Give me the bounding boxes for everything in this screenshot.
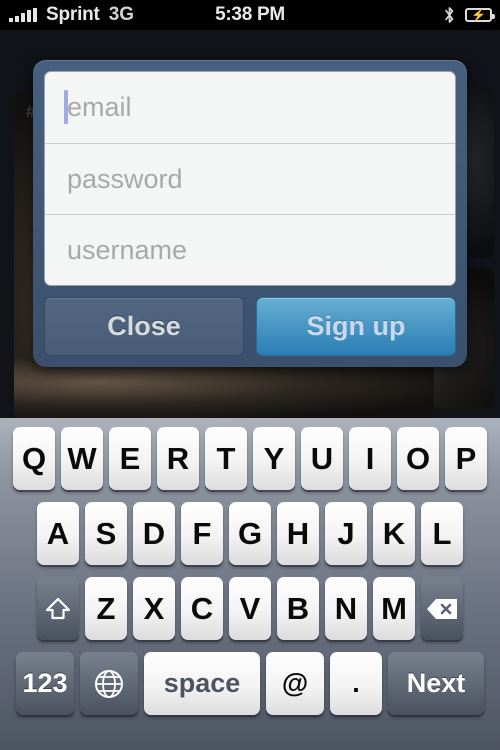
battery-charging-icon: ⚡ — [465, 8, 495, 22]
shift-arrow-icon — [45, 597, 71, 619]
shift-key[interactable] — [37, 577, 79, 640]
background-photo-card — [14, 358, 434, 418]
keyboard-row-1: QWERTYUIOP — [0, 427, 500, 490]
keyboard-row-4: 123 space @ . Next — [0, 652, 500, 715]
key-t[interactable]: T — [205, 427, 247, 490]
username-field-placeholder: username — [67, 234, 188, 265]
key-v[interactable]: V — [229, 577, 271, 640]
space-key[interactable]: space — [144, 652, 260, 715]
key-w[interactable]: W — [61, 427, 103, 490]
key-i[interactable]: I — [349, 427, 391, 490]
globe-key[interactable] — [80, 652, 138, 715]
keyboard-row-2: ASDFGHJKL — [0, 502, 500, 565]
key-j[interactable]: J — [325, 502, 367, 565]
period-key[interactable]: . — [330, 652, 382, 715]
key-x[interactable]: X — [133, 577, 175, 640]
close-button[interactable]: Close — [44, 297, 244, 356]
username-field[interactable]: username — [45, 214, 455, 285]
password-field[interactable]: password — [45, 143, 455, 214]
backspace-key[interactable] — [421, 577, 463, 640]
key-s[interactable]: S — [85, 502, 127, 565]
key-a[interactable]: A — [37, 502, 79, 565]
signup-dialog: email password username Close Sign up — [33, 60, 467, 367]
backspace-icon — [427, 598, 457, 619]
key-q[interactable]: Q — [13, 427, 55, 490]
key-o[interactable]: O — [397, 427, 439, 490]
key-e[interactable]: E — [109, 427, 151, 490]
key-m[interactable]: M — [373, 577, 415, 640]
keyboard-row-3-letters: ZXCVBNM — [82, 577, 418, 640]
key-h[interactable]: H — [277, 502, 319, 565]
key-n[interactable]: N — [325, 577, 367, 640]
keyboard-row-3: ZXCVBNM — [0, 577, 500, 640]
key-b[interactable]: B — [277, 577, 319, 640]
dialog-buttons: Close Sign up — [44, 297, 456, 356]
numbers-key[interactable]: 123 — [16, 652, 74, 715]
key-l[interactable]: L — [421, 502, 463, 565]
charging-bolt-icon: ⚡ — [471, 8, 486, 22]
on-screen-keyboard: QWERTYUIOP ASDFGHJKL ZXCVBNM 123 space @… — [0, 418, 500, 750]
key-p[interactable]: P — [445, 427, 487, 490]
key-d[interactable]: D — [133, 502, 175, 565]
password-field-placeholder: password — [67, 163, 183, 194]
key-f[interactable]: F — [181, 502, 223, 565]
at-symbol-key[interactable]: @ — [266, 652, 324, 715]
bluetooth-icon — [443, 6, 456, 24]
key-u[interactable]: U — [301, 427, 343, 490]
key-y[interactable]: Y — [253, 427, 295, 490]
globe-icon — [95, 669, 123, 698]
key-g[interactable]: G — [229, 502, 271, 565]
key-r[interactable]: R — [157, 427, 199, 490]
phone-screen: Sprint 3G 5:38 PM ⚡ # email password use… — [0, 0, 500, 750]
email-field-placeholder: email — [67, 92, 132, 122]
signup-form: email password username — [44, 71, 456, 286]
status-bar-right: ⚡ — [443, 6, 495, 24]
next-key[interactable]: Next — [388, 652, 484, 715]
email-field[interactable]: email — [45, 72, 455, 143]
clock-label: 5:38 PM — [215, 4, 285, 25]
sign-up-button[interactable]: Sign up — [256, 297, 456, 356]
key-c[interactable]: C — [181, 577, 223, 640]
text-cursor — [64, 90, 68, 124]
key-z[interactable]: Z — [85, 577, 127, 640]
key-k[interactable]: K — [373, 502, 415, 565]
status-bar: Sprint 3G 5:38 PM ⚡ — [0, 0, 500, 30]
